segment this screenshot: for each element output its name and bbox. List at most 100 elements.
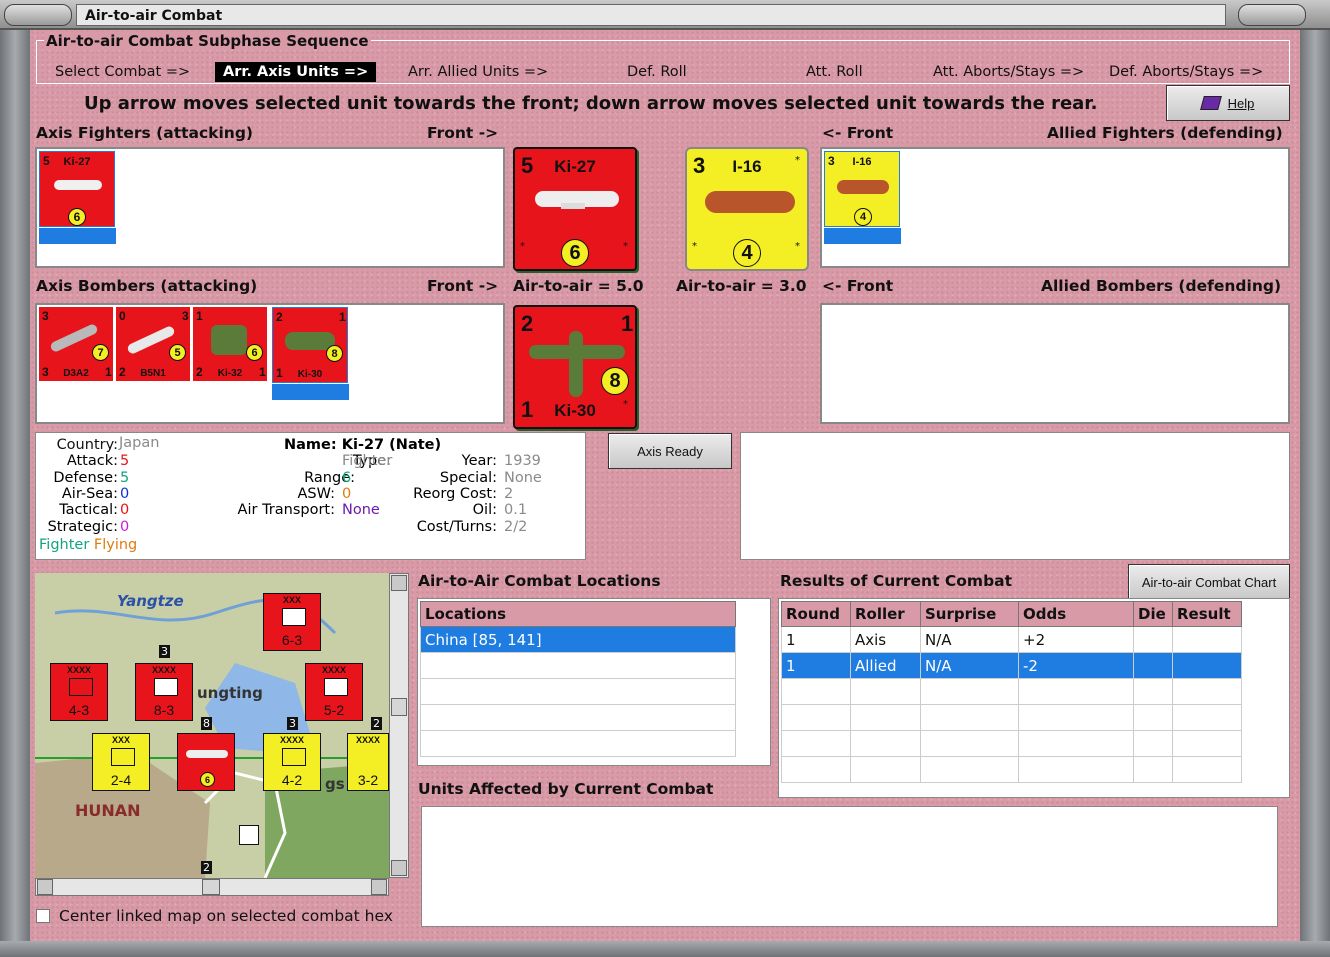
results-title: Results of Current Combat (780, 572, 1013, 590)
results-table-panel[interactable]: Round Roller Surprise Odds Die Result 1 … (778, 598, 1290, 798)
star-icon: * (795, 155, 800, 166)
window-close-button[interactable] (1238, 4, 1306, 26)
scroll-down-arrow-icon[interactable] (391, 860, 407, 876)
selection-bar (39, 228, 116, 244)
map-counter[interactable]: XXXX 4-3 (50, 663, 108, 721)
location-row-empty[interactable] (420, 704, 736, 731)
table-row[interactable]: 1 Axis N/A +2 (781, 626, 1242, 653)
scroll-up-arrow-icon[interactable] (391, 575, 407, 591)
unit-counter-ki30-selected[interactable]: 2 1 8 1 Ki-30 (272, 307, 348, 383)
map-horizontal-scrollbar[interactable] (35, 878, 389, 896)
axis-air-to-air-value: Air-to-air = 5.0 (513, 277, 644, 295)
cavalry-box-icon (111, 748, 135, 766)
col-odds[interactable]: Odds (1018, 601, 1134, 627)
location-row-empty[interactable] (420, 678, 736, 705)
unit-info-panel: Country: Japan Attack: 5 Defense: 5 Air-… (35, 432, 586, 560)
plane-fuselage-icon (569, 331, 583, 397)
axis-fighters-front: Front -> (427, 124, 499, 142)
unit-counter-ki27[interactable]: 5 Ki-27 6 (39, 151, 115, 227)
axis-bombers-panel[interactable]: 3 7 3 D3A2 1 0 3 5 2 B5N1 1 6 2 Ki-32 1 … (35, 303, 505, 424)
fortification-icon (239, 825, 259, 845)
col-round[interactable]: Round (781, 601, 851, 627)
transport-label: Air Transport: (237, 502, 335, 518)
unit-counter-b5n1[interactable]: 0 3 5 2 B5N1 (116, 307, 190, 381)
reorg-label: Reorg Cost: (413, 486, 497, 502)
front-axis-fighter-counter[interactable]: 5 Ki-27 * * 6 (513, 147, 637, 271)
scroll-right-arrow-icon[interactable] (371, 879, 387, 895)
linked-map[interactable]: Yangtze ungting HUNAN gs XXX 6-3 XXXX 4-… (35, 573, 389, 878)
asw-label: ASW: (297, 486, 336, 502)
col-die[interactable]: Die (1133, 601, 1173, 627)
location-row-empty[interactable] (420, 652, 736, 679)
scroll-left-arrow-icon[interactable] (37, 879, 53, 895)
asw-value: 0 (342, 486, 352, 502)
col-result[interactable]: Result (1172, 601, 1242, 627)
locations-title: Air-to-Air Combat Locations (418, 572, 661, 590)
map-label-gs: gs (325, 775, 345, 793)
map-counter[interactable]: XXXX 5-2 (305, 663, 363, 721)
scroll-thumb[interactable] (202, 879, 220, 895)
window-menu-button[interactable] (4, 4, 72, 26)
name-value: Ki-27 (Nate) (341, 437, 442, 453)
locations-list[interactable]: Locations China [85, 141] (417, 598, 771, 766)
locations-header[interactable]: Locations (420, 601, 736, 627)
allied-fighters-panel[interactable]: 3 I-16 4 (820, 147, 1290, 268)
allied-fighters-label: Allied Fighters (defending) (1047, 124, 1283, 142)
front-axis-bomber-counter[interactable]: 2 1 8 1 Ki-30 * (513, 305, 637, 429)
seq-def-aborts: Def. Aborts/Stays => (1109, 64, 1264, 80)
map-vertical-scrollbar[interactable] (389, 573, 409, 878)
book-icon (1199, 96, 1222, 110)
costturns-value: 2/2 (504, 519, 528, 535)
help-button[interactable]: Help (1166, 85, 1290, 121)
status-flying: Flying (93, 537, 138, 553)
country-label: Country: (56, 437, 118, 453)
stack-number: 3 (287, 717, 298, 730)
table-row-empty[interactable] (781, 756, 1242, 783)
map-counter[interactable]: XXX 6-3 (263, 593, 321, 651)
table-row-empty[interactable] (781, 730, 1242, 757)
location-row[interactable]: China [85, 141] (420, 626, 736, 653)
infantry-box-icon (282, 748, 306, 766)
unit-counter-d3a2[interactable]: 3 7 3 D3A2 1 (39, 307, 113, 381)
table-row-empty[interactable] (781, 678, 1242, 705)
axis-fighters-panel[interactable]: 5 Ki-27 6 (35, 147, 505, 268)
col-roller[interactable]: Roller (850, 601, 921, 627)
selection-bar (824, 228, 901, 244)
seq-att-aborts: Att. Aborts/Stays => (933, 64, 1085, 80)
seq-arr-allied-units: Arr. Allied Units => (408, 64, 549, 80)
location-row-empty[interactable] (420, 730, 736, 757)
infantry-box-icon (154, 678, 178, 696)
allied-bombers-panel[interactable] (820, 303, 1290, 424)
plane-wing-icon (561, 203, 585, 209)
unit-counter-ki32[interactable]: 1 6 2 Ki-32 1 (193, 307, 267, 381)
strategic-value: 0 (120, 519, 130, 535)
scroll-thumb[interactable] (391, 698, 407, 716)
map-counter[interactable]: XXXX 4-2 (263, 733, 321, 791)
defense-value: 5 (120, 470, 130, 486)
instruction-text: Up arrow moves selected unit towards the… (84, 93, 1098, 114)
defense-label: Defense: (53, 470, 118, 486)
center-map-checkbox[interactable] (36, 909, 50, 923)
status-type: Fighter (39, 537, 90, 553)
frame-left (0, 30, 30, 942)
map-counter[interactable]: XXXX 3-2 (347, 733, 389, 791)
map-air-counter[interactable]: 6 (177, 733, 235, 791)
table-row-empty[interactable] (781, 704, 1242, 731)
axis-ready-button[interactable]: Axis Ready (608, 433, 732, 469)
map-label-yangtze: Yangtze (117, 592, 184, 610)
combat-chart-button[interactable]: Air-to-air Combat Chart (1128, 564, 1290, 600)
map-counter[interactable]: XXXX 8-3 (135, 663, 193, 721)
sequence-legend: Air-to-air Combat Subphase Sequence (44, 32, 371, 50)
table-row-selected[interactable]: 1 Allied N/A -2 (781, 652, 1242, 679)
affected-units-panel[interactable] (421, 806, 1278, 927)
plane-icon (705, 191, 795, 213)
unit-counter-i16[interactable]: 3 I-16 4 (824, 151, 900, 227)
map-counter[interactable]: XXX 2-4 (92, 733, 150, 791)
stack-number: 3 (159, 645, 170, 658)
plane-icon (54, 180, 102, 190)
oil-label: Oil: (472, 502, 497, 518)
front-allied-fighter-counter[interactable]: 3 I-16 * * * 4 (685, 147, 809, 271)
col-surprise[interactable]: Surprise (920, 601, 1019, 627)
center-map-label[interactable]: Center linked map on selected combat hex (59, 907, 393, 925)
star-icon: * (795, 241, 800, 252)
